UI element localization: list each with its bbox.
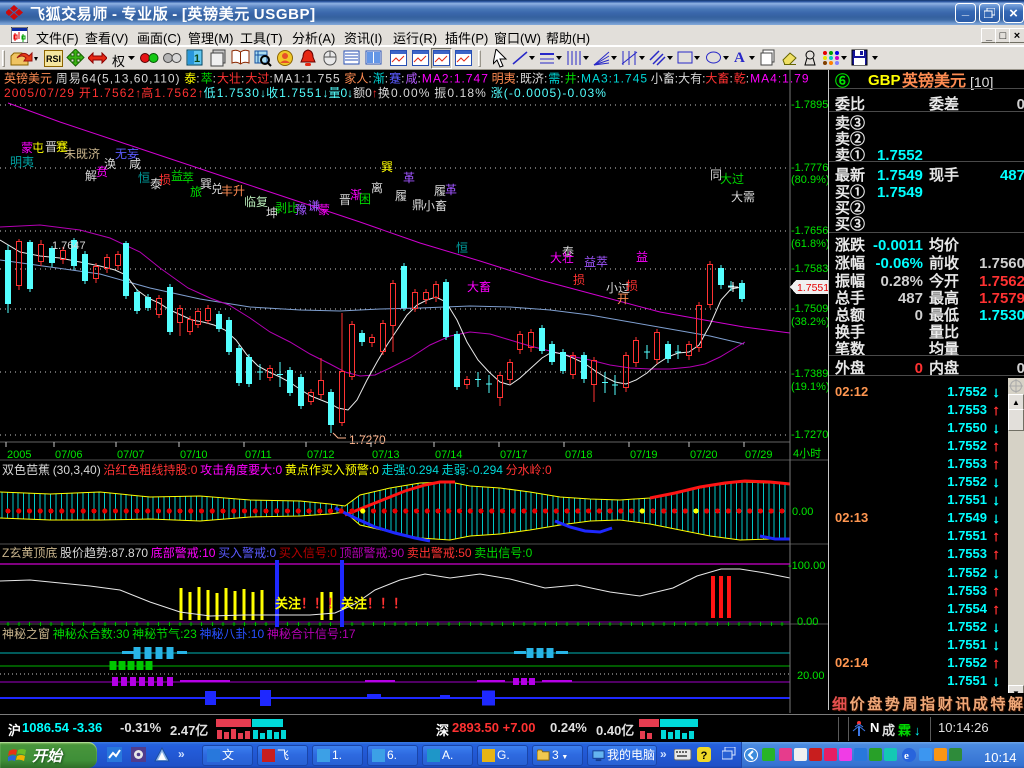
- svg-text:e: e: [904, 750, 909, 762]
- svg-text:-1.7270: -1.7270: [791, 429, 828, 441]
- svg-text:1.7551: 1.7551: [797, 282, 828, 294]
- svg-text:大需: 大需: [731, 188, 755, 205]
- svg-text:关注！！！: 关注！！！: [341, 593, 406, 612]
- svg-text:-1.7776: -1.7776: [791, 162, 828, 174]
- svg-text:大壮: 大壮: [550, 249, 574, 266]
- svg-text:07/29: 07/29: [745, 449, 773, 461]
- svg-text:07/11: 07/11: [245, 449, 272, 461]
- svg-text:旅: 旅: [190, 183, 202, 200]
- svg-text:(38.2%): (38.2%): [791, 316, 828, 328]
- svg-text:神秘之窗 神秘众合数:30 神秘节气:23 神秘八卦:10: 神秘之窗 神秘众合数:30 神秘节气:23 神秘八卦:10 神秘合计信号:17: [2, 625, 356, 642]
- svg-text:巽: 巽: [381, 158, 393, 175]
- svg-text:RSI: RSI: [46, 52, 61, 65]
- svg-text:2005: 2005: [7, 449, 31, 461]
- svg-text:-1.7389: -1.7389: [791, 368, 828, 380]
- svg-text:蒙: 蒙: [318, 201, 330, 218]
- svg-text:益萃: 益萃: [584, 253, 608, 270]
- svg-text:明夷: 明夷: [10, 153, 34, 170]
- svg-text:双色芭蕉 (30,3,40) 沿红色粗线持股:0 攻击角度要: 双色芭蕉 (30,3,40) 沿红色粗线持股:0 攻击角度要大:0 黄点作买入预…: [2, 461, 552, 478]
- svg-text:07/19: 07/19: [630, 449, 658, 461]
- svg-text:-100.00: -100.00: [788, 560, 825, 572]
- svg-text:恒: 恒: [456, 239, 468, 256]
- svg-text:未既济: 未既济: [64, 145, 100, 162]
- svg-text:履: 履: [395, 187, 407, 204]
- svg-text:大畜: 大畜: [467, 278, 491, 295]
- svg-text:07/14: 07/14: [435, 449, 463, 461]
- svg-text:0.00: 0.00: [792, 506, 813, 518]
- svg-text:革: 革: [403, 169, 415, 186]
- svg-text:丰升: 丰升: [221, 182, 245, 199]
- svg-text:1: 1: [194, 50, 200, 66]
- svg-text:07/10: 07/10: [180, 449, 208, 461]
- svg-text:2005/07/29 开1.7562↑高1.7562↑低1.: 2005/07/29 开1.7562↑高1.7562↑低1.7530↓收1.75…: [4, 84, 607, 101]
- svg-text:益: 益: [636, 248, 648, 265]
- svg-text:0.00: 0.00: [797, 616, 818, 628]
- svg-text:07/06: 07/06: [55, 449, 83, 461]
- svg-text:07/18: 07/18: [565, 449, 593, 461]
- svg-text:损: 损: [573, 271, 585, 288]
- svg-text:豫: 豫: [295, 201, 307, 218]
- svg-text:困: 困: [359, 190, 371, 207]
- svg-text:07/12: 07/12: [307, 449, 335, 461]
- svg-text:4小时: 4小时: [793, 445, 821, 461]
- svg-text:-1.7583: -1.7583: [791, 263, 828, 275]
- svg-text:(80.9%): (80.9%): [791, 174, 828, 186]
- svg-text:革: 革: [445, 181, 457, 198]
- svg-text:1.7647: 1.7647: [52, 237, 86, 253]
- svg-text:小畜: 小畜: [423, 197, 447, 214]
- svg-text:07/20: 07/20: [690, 449, 718, 461]
- svg-text:-1.7509: -1.7509: [791, 303, 828, 315]
- svg-text:1.7270: 1.7270: [349, 431, 386, 448]
- svg-text:贲: 贲: [96, 163, 108, 180]
- svg-text:大过: 大过: [720, 170, 744, 187]
- svg-text:晋: 晋: [339, 191, 351, 208]
- svg-text:Z玄黄顶底 股价趋势:87.870 底部警戒:10 买入警戒: Z玄黄顶底 股价趋势:87.870 底部警戒:10 买入警戒:0 买入信号:0 …: [2, 544, 533, 561]
- svg-text:(61.8%): (61.8%): [791, 238, 828, 250]
- svg-text:临复: 临复: [244, 193, 268, 210]
- svg-text:-1.7895: -1.7895: [791, 99, 828, 111]
- svg-text:(19.1%): (19.1%): [791, 381, 828, 393]
- svg-text:开: 开: [617, 290, 629, 307]
- svg-text:关注！！！: 关注！！！: [275, 593, 340, 612]
- svg-text:恒: 恒: [138, 169, 150, 186]
- svg-text:07/17: 07/17: [500, 449, 528, 461]
- svg-text:-1.7656: -1.7656: [791, 225, 828, 237]
- svg-text:20.00: 20.00: [797, 670, 825, 682]
- svg-text:损: 损: [159, 171, 171, 188]
- svg-text:07/07: 07/07: [117, 449, 145, 461]
- svg-text:07/13: 07/13: [372, 449, 400, 461]
- svg-text:离: 离: [371, 179, 383, 196]
